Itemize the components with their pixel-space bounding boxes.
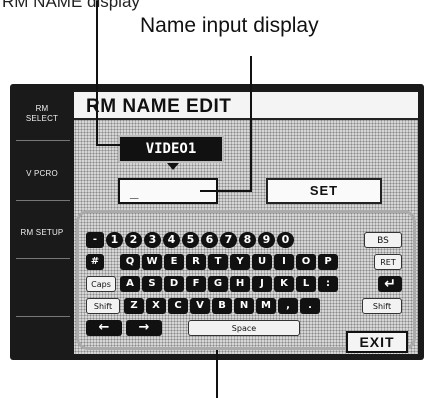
key-backspace[interactable]: BS [364, 232, 402, 248]
sidebar: RM SELECT V PCRO RM SETUP [10, 84, 74, 360]
key-7[interactable]: 7 [220, 232, 237, 248]
key-5[interactable]: 5 [182, 232, 199, 248]
key-b[interactable]: B [212, 298, 232, 314]
key-u[interactable]: U [252, 254, 272, 270]
sidebar-divider [16, 140, 70, 141]
enter-arrow-icon[interactable]: ↵ [378, 276, 402, 292]
sidebar-item-rm-setup[interactable]: RM SETUP [10, 228, 74, 238]
key-6[interactable]: 6 [201, 232, 218, 248]
key-comma[interactable]: , [278, 298, 298, 314]
callout-line-name-input [250, 56, 252, 192]
key-k[interactable]: K [274, 276, 294, 292]
sidebar-item-rm-select-line1: RM [35, 104, 49, 113]
key-x[interactable]: X [146, 298, 166, 314]
key-space[interactable]: Space [188, 320, 300, 336]
sidebar-item-vpcro[interactable]: V PCRO [10, 169, 74, 179]
key-m[interactable]: M [256, 298, 276, 314]
key-3[interactable]: 3 [144, 232, 161, 248]
sidebar-item-rm-select-line2: SELECT [25, 114, 59, 123]
key-shift-right[interactable]: Shift [362, 298, 402, 314]
caret-down-icon [167, 163, 179, 170]
key-l[interactable]: L [296, 276, 316, 292]
key-f[interactable]: F [186, 276, 206, 292]
key-1[interactable]: 1 [106, 232, 123, 248]
callout-line-rm-name [96, 0, 98, 146]
arrow-left-icon[interactable]: ← [86, 320, 122, 336]
key-z[interactable]: Z [124, 298, 144, 314]
key-p[interactable]: P [318, 254, 338, 270]
key-t[interactable]: T [208, 254, 228, 270]
sidebar-divider [16, 258, 70, 259]
key-hash[interactable]: # [86, 254, 104, 270]
key-2[interactable]: 2 [125, 232, 142, 248]
callout-name-input-display: Name input display [140, 14, 319, 37]
key-v[interactable]: V [190, 298, 210, 314]
key-e[interactable]: E [164, 254, 184, 270]
rm-name-display: VIDEO1 [118, 135, 224, 163]
key-hyphen[interactable]: - [86, 232, 104, 248]
key-s[interactable]: S [142, 276, 162, 292]
key-h[interactable]: H [230, 276, 250, 292]
key-w[interactable]: W [142, 254, 162, 270]
key-0[interactable]: 0 [277, 232, 294, 248]
key-q[interactable]: Q [120, 254, 140, 270]
key-r[interactable]: R [186, 254, 206, 270]
sidebar-divider [16, 200, 70, 201]
callout-rm-name-display-text: RM NAME display [2, 0, 140, 11]
exit-button[interactable]: EXIT [346, 331, 408, 353]
key-d[interactable]: D [164, 276, 184, 292]
key-c[interactable]: C [168, 298, 188, 314]
key-9[interactable]: 9 [258, 232, 275, 248]
key-a[interactable]: A [120, 276, 140, 292]
key-shift-left[interactable]: Shift [86, 298, 120, 314]
key-n[interactable]: N [234, 298, 254, 314]
key-return[interactable]: RET [374, 254, 402, 270]
key-j[interactable]: J [252, 276, 272, 292]
key-o[interactable]: O [296, 254, 316, 270]
key-8[interactable]: 8 [239, 232, 256, 248]
page-title: RM NAME EDIT [86, 96, 232, 117]
sidebar-item-rm-select[interactable]: RM SELECT [10, 104, 74, 124]
callout-line-keyboard [216, 350, 218, 398]
key-colon[interactable]: : [318, 276, 338, 292]
callout-rm-name-display: RM NAME display [0, 0, 150, 14]
key-4[interactable]: 4 [163, 232, 180, 248]
callout-line-rm-name [96, 144, 120, 146]
key-i[interactable]: I [274, 254, 294, 270]
arrow-right-icon[interactable]: → [126, 320, 162, 336]
key-y[interactable]: Y [230, 254, 250, 270]
key-g[interactable]: G [208, 276, 228, 292]
callout-line-name-input [200, 190, 252, 192]
set-button[interactable]: SET [266, 178, 382, 204]
sidebar-divider [16, 316, 70, 317]
key-caps[interactable]: Caps [86, 276, 116, 292]
key-period[interactable]: . [300, 298, 320, 314]
